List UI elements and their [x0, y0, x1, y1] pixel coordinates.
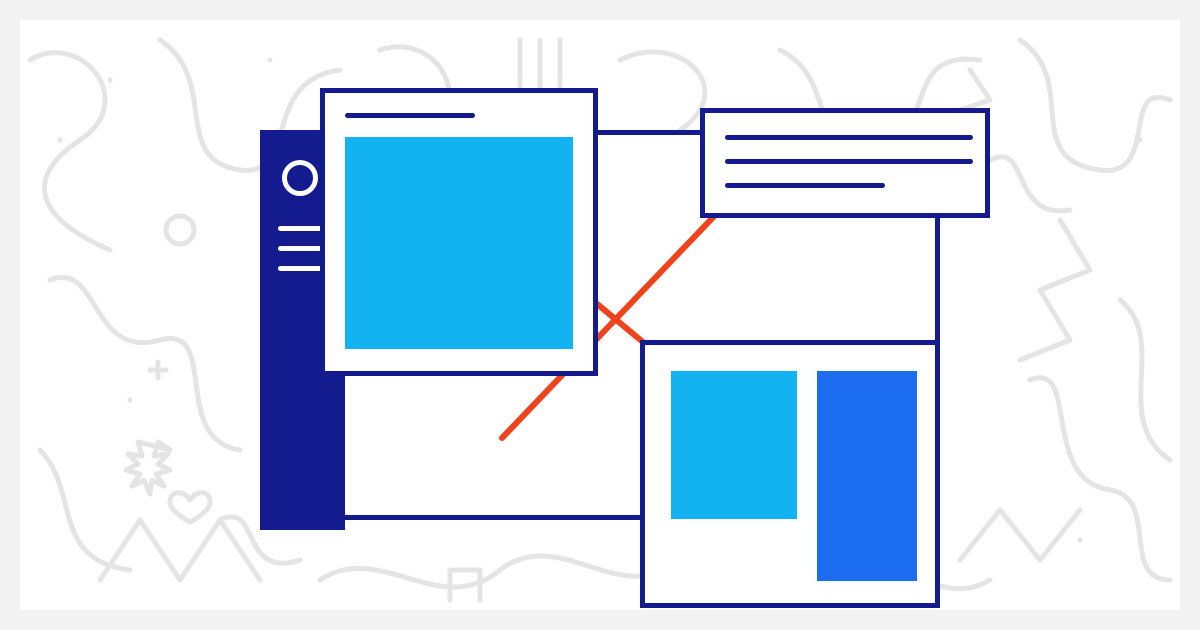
text-line	[725, 183, 885, 188]
sidebar-menu-line	[278, 266, 322, 271]
header-line	[345, 113, 475, 118]
sidebar-circle-icon	[282, 160, 318, 196]
illustration-stage	[20, 20, 1180, 610]
sidebar-menu-line	[278, 226, 322, 231]
text-line	[725, 159, 973, 164]
popup-columns-card	[640, 340, 940, 608]
canvas-frame	[20, 20, 1180, 610]
popup-text-card	[700, 108, 990, 218]
sidebar-menu-line	[278, 246, 322, 251]
text-line	[725, 135, 973, 140]
popup-image-card	[320, 88, 598, 376]
image-block	[345, 137, 573, 349]
column-block-a	[671, 371, 797, 519]
column-block-b	[817, 371, 917, 581]
